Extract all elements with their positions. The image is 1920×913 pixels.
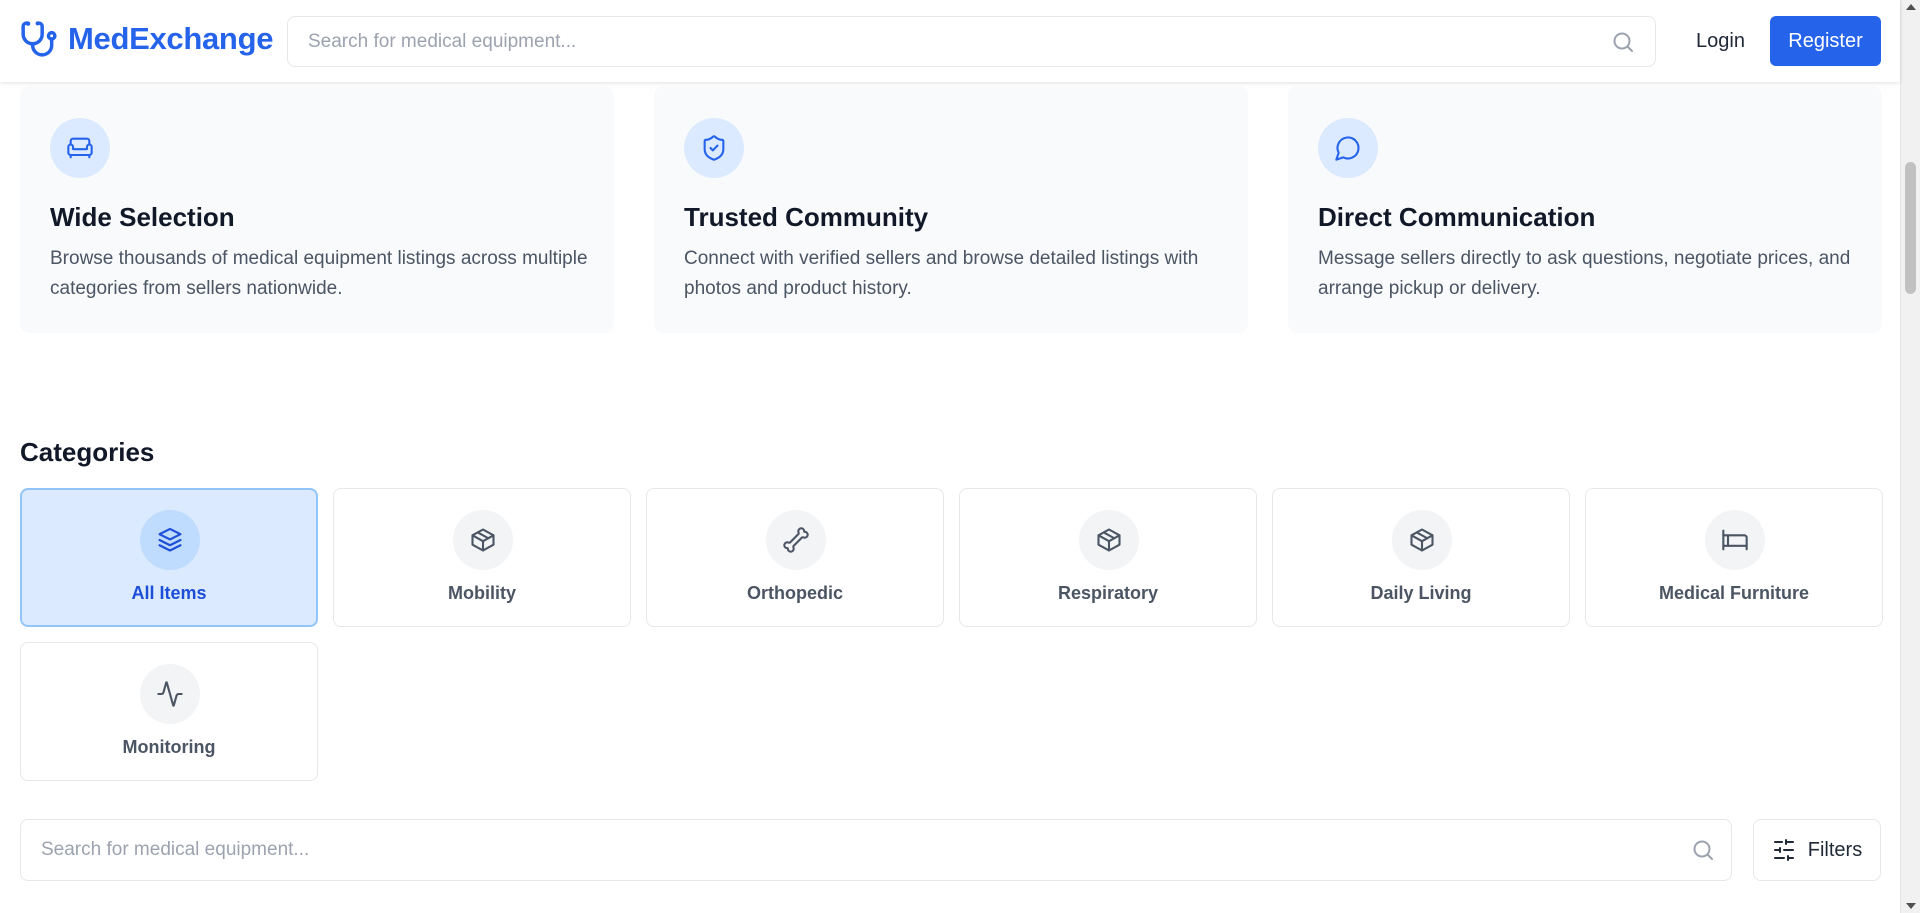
top-navbar: MedExchange Login Register	[0, 0, 1900, 82]
feature-title: Direct Communication	[1318, 202, 1596, 232]
feature-description: Browse thousands of medical equipment li…	[50, 248, 588, 299]
header-search-input[interactable]	[288, 17, 1655, 66]
category-icon-wrap	[140, 664, 200, 724]
scrollbar-thumb[interactable]	[1905, 162, 1916, 294]
category-daily-living[interactable]: Daily Living	[1272, 488, 1570, 627]
category-orthopedic[interactable]: Orthopedic	[646, 488, 944, 627]
bed-icon	[1722, 529, 1748, 551]
feature-icon-wrap	[50, 118, 110, 178]
category-medical-furniture[interactable]: Medical Furniture	[1585, 488, 1883, 627]
login-button[interactable]: Login	[1680, 16, 1761, 67]
stethoscope-icon	[21, 21, 57, 57]
scroll-down-icon[interactable]	[1906, 903, 1916, 909]
category-label: Monitoring	[122, 737, 216, 757]
search-icon[interactable]	[1691, 838, 1715, 862]
category-mobility[interactable]: Mobility	[333, 488, 631, 627]
category-label: Mobility	[448, 583, 516, 603]
category-icon-wrap	[1705, 510, 1765, 570]
category-icon-wrap	[766, 510, 826, 570]
shield-check-icon	[703, 135, 725, 161]
category-icon-wrap	[140, 510, 200, 570]
feature-title: Trusted Community	[684, 202, 929, 232]
page-scrollbar[interactable]	[1900, 0, 1920, 913]
listing-search-input[interactable]	[21, 820, 1731, 880]
package-icon	[1410, 528, 1434, 552]
feature-icon-wrap	[1318, 118, 1378, 178]
layers-icon	[158, 527, 182, 552]
category-label: Orthopedic	[746, 583, 843, 603]
feature-icon-wrap	[684, 118, 744, 178]
sliders-icon	[1773, 839, 1794, 861]
package-icon	[471, 528, 495, 552]
category-label: Respiratory	[1057, 583, 1159, 603]
category-label: All Items	[131, 583, 207, 603]
category-label: Medical Furniture	[1658, 583, 1810, 603]
register-button[interactable]: Register	[1770, 16, 1881, 66]
feature-card-wide-selection: Wide Selection Browse thousands of medic…	[20, 86, 614, 333]
listing-search-box	[20, 819, 1732, 881]
categories-heading: Categories	[20, 437, 155, 467]
activity-icon	[157, 681, 183, 707]
category-all-items[interactable]: All Items	[20, 488, 318, 627]
feature-card-trusted-community: Trusted Community Connect with verified …	[654, 86, 1248, 333]
message-circle-icon	[1335, 136, 1360, 161]
category-icon-wrap	[1392, 510, 1452, 570]
brand-name: MedExchange	[68, 21, 274, 56]
category-label: Daily Living	[1370, 583, 1472, 603]
feature-title: Wide Selection	[50, 202, 235, 232]
bone-icon	[783, 527, 809, 553]
brand-logo[interactable]: MedExchange	[20, 20, 273, 58]
filters-button[interactable]: Filters	[1753, 819, 1881, 881]
scroll-up-icon[interactable]	[1906, 4, 1916, 10]
category-icon-wrap	[453, 510, 513, 570]
package-icon	[1097, 528, 1121, 552]
sofa-icon	[67, 137, 93, 159]
filters-label: Filters	[1807, 838, 1863, 861]
feature-description: Message sellers directly to ask question…	[1318, 248, 1851, 299]
header-search-box	[287, 16, 1656, 67]
feature-card-direct-communication: Direct Communication Message sellers dir…	[1288, 86, 1882, 333]
category-monitoring[interactable]: Monitoring	[20, 642, 318, 781]
category-respiratory[interactable]: Respiratory	[959, 488, 1257, 627]
feature-description: Connect with verified sellers and browse…	[684, 248, 1199, 299]
search-icon[interactable]	[1611, 30, 1635, 54]
category-icon-wrap	[1079, 510, 1139, 570]
